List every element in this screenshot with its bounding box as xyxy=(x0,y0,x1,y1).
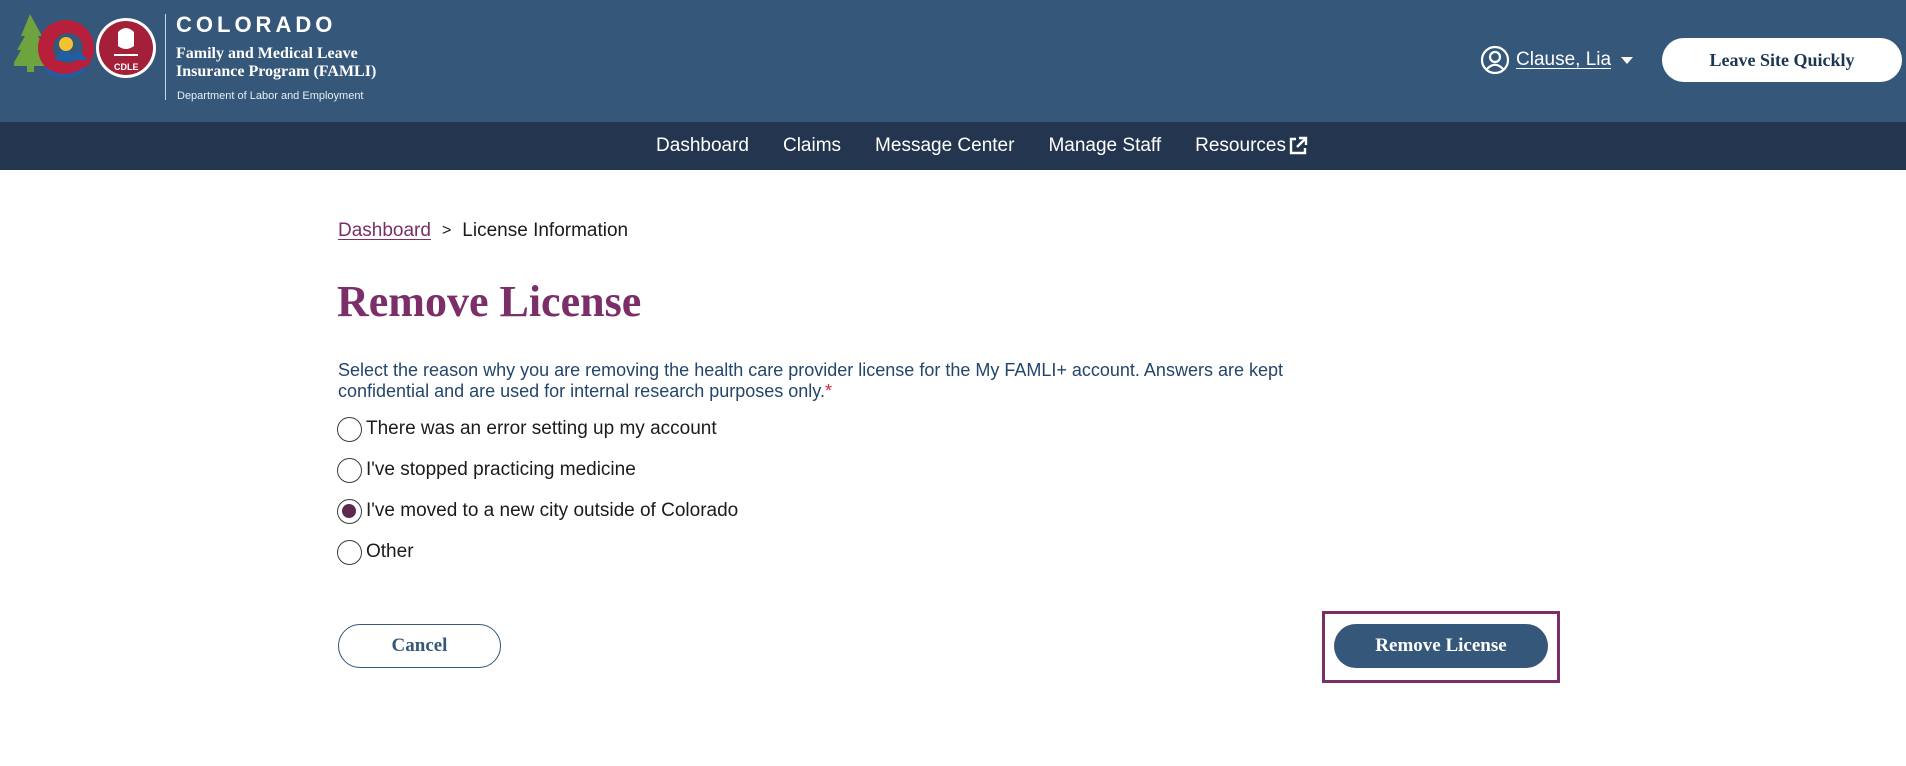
radio-button[interactable] xyxy=(337,457,362,483)
main-nav: Dashboard Claims Message Center Manage S… xyxy=(0,122,1906,170)
nav-item-label: Manage Staff xyxy=(1048,135,1162,156)
logo-divider xyxy=(165,14,166,100)
chevron-down-icon xyxy=(1621,56,1634,64)
site-header: CDLE COLORADO Family and Medical Leave I… xyxy=(0,0,1906,122)
cdle-badge-text: CDLE xyxy=(114,62,139,72)
reason-option-error-setup[interactable]: There was an error setting up my account xyxy=(337,416,738,442)
radio-button[interactable] xyxy=(337,416,362,442)
radio-label: Other xyxy=(366,541,414,562)
nav-item-dashboard[interactable]: Dashboard xyxy=(656,135,749,157)
colorado-cdle-logo[interactable]: CDLE xyxy=(12,14,164,82)
breadcrumb: Dashboard > License Information xyxy=(338,220,628,242)
reason-option-stopped-practicing[interactable]: I've stopped practicing medicine xyxy=(337,457,738,483)
user-menu[interactable]: Clause, Lia xyxy=(1480,44,1634,76)
user-avatar-icon xyxy=(1480,45,1510,75)
brand-title: COLORADO xyxy=(176,12,337,37)
cancel-button[interactable]: Cancel xyxy=(338,624,501,668)
user-name[interactable]: Clause, Lia xyxy=(1516,49,1617,71)
breadcrumb-separator: > xyxy=(441,222,452,239)
reason-option-other[interactable]: Other xyxy=(337,539,738,565)
radio-label: There was an error setting up my account xyxy=(366,418,717,439)
reason-radio-group: There was an error setting up my account… xyxy=(337,416,738,580)
nav-item-label: Resources xyxy=(1195,135,1286,156)
brand-subtitle: Family and Medical Leave Insurance Progr… xyxy=(176,45,416,81)
breadcrumb-link-dashboard[interactable]: Dashboard xyxy=(338,220,431,242)
reason-instructions: Select the reason why you are removing t… xyxy=(338,360,1338,402)
external-link-icon xyxy=(1289,136,1308,155)
colorado-logo-icon xyxy=(12,14,156,78)
nav-item-label: Dashboard xyxy=(656,135,749,156)
radio-label: I've moved to a new city outside of Colo… xyxy=(366,500,739,521)
brand-subtitle-line2: Insurance Program (FAMLI) xyxy=(176,63,377,80)
radio-button-selected[interactable] xyxy=(337,498,362,524)
nav-item-claims[interactable]: Claims xyxy=(783,135,841,157)
nav-item-message-center[interactable]: Message Center xyxy=(875,135,1014,157)
required-marker: * xyxy=(824,381,832,401)
nav-item-resources[interactable]: Resources xyxy=(1195,135,1308,157)
nav-item-label: Message Center xyxy=(875,135,1015,156)
reason-option-moved[interactable]: I've moved to a new city outside of Colo… xyxy=(337,498,738,524)
brand-subtitle-line1: Family and Medical Leave xyxy=(176,45,358,62)
nav-item-label: Claims xyxy=(782,135,842,156)
radio-button[interactable] xyxy=(337,539,362,565)
instructions-text: Select the reason why you are removing t… xyxy=(338,360,1283,401)
page-title: Remove License xyxy=(337,277,642,326)
nav-item-manage-staff[interactable]: Manage Staff xyxy=(1048,135,1161,157)
remove-license-button[interactable]: Remove License xyxy=(1334,624,1548,668)
leave-site-quickly-button[interactable]: Leave Site Quickly xyxy=(1662,38,1902,82)
breadcrumb-current: License Information xyxy=(462,220,629,241)
department-name: Department of Labor and Employment xyxy=(177,90,364,102)
radio-label: I've stopped practicing medicine xyxy=(366,459,636,480)
